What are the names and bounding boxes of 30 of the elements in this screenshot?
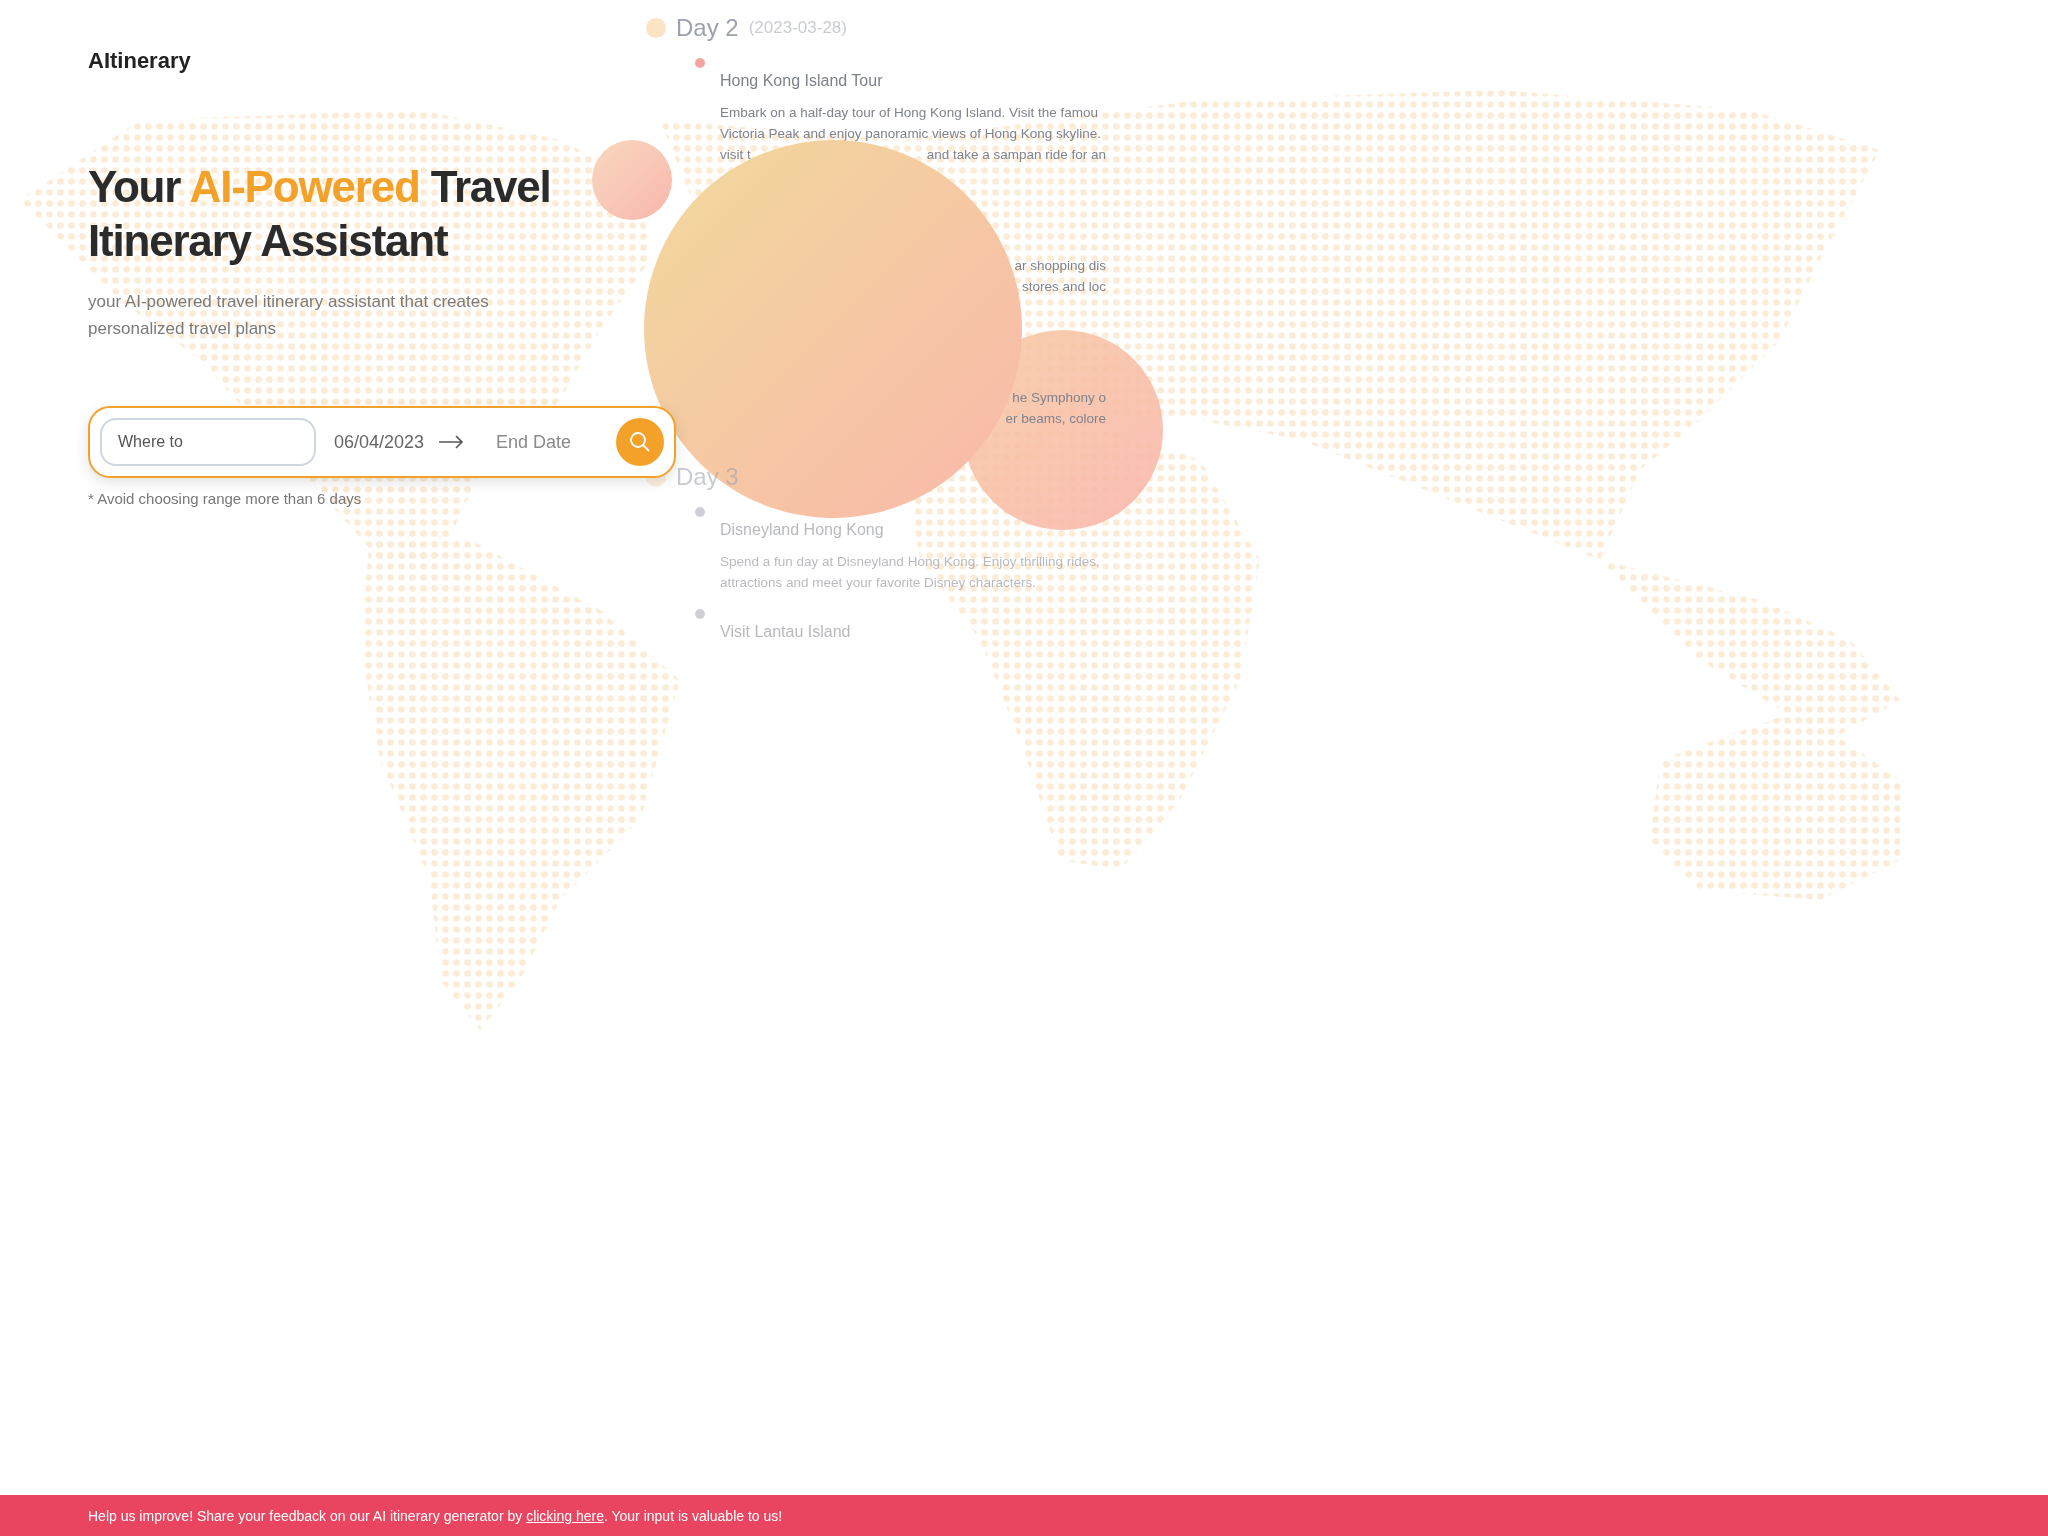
timeline-dot [695, 58, 705, 68]
logo[interactable]: AItinerary [88, 48, 191, 74]
destination-field[interactable]: Where to [100, 418, 316, 466]
activity-title: Visit Lantau Island [720, 623, 1106, 641]
timeline-dot [695, 609, 705, 619]
hint-text: * Avoid choosing range more than 6 days [88, 490, 362, 507]
headline: Your AI-Powered Travel Itinerary Assistant [88, 161, 552, 267]
activity-description: er beams, colore [1005, 410, 1106, 428]
activity-description: Victoria Peak and enjoy panoramic views of Hong Kong skyline. [720, 125, 1101, 143]
feedback-message: Help us improve! Share your feedback on our AI itinerary generator by clicking here. Your input is valuable to us! [88, 1507, 783, 1524]
activity-title: Hong Kong Island Tour [720, 72, 1106, 90]
day-heading: Day 2 [676, 14, 739, 42]
activity-description: and take a sampan ride for an [926, 146, 1106, 164]
activity-description: ar shopping dis [1014, 257, 1106, 275]
timeline-dot [646, 18, 666, 38]
search-icon [629, 431, 651, 453]
arrow-right-icon [438, 435, 464, 449]
activity-description: Embark on a half-day tour of Hong Kong Island. Visit the famou [720, 104, 1098, 122]
activity-description: Spend a fun day at Disneyland Hong Kong. Enjoy thrilling rides, [720, 553, 1100, 571]
feedback-link[interactable]: clicking here [526, 1507, 604, 1524]
activity-description: attractions and meet your favorite Disney characters. [720, 574, 1036, 592]
end-date-field[interactable]: End Date [494, 430, 598, 454]
activity-description: stores and loc [1021, 278, 1106, 296]
start-date-field[interactable]: 06/04/2023 [332, 430, 436, 454]
timeline-dot [695, 507, 705, 517]
activity-description: visit t [720, 146, 751, 164]
activity-description: he Symphony o [1012, 389, 1106, 407]
search-button[interactable] [616, 418, 664, 466]
activity-title: Disneyland Hong Kong [720, 521, 1106, 539]
subtitle: your AI-powered travel itinerary assistant that creates personalized travel plans [88, 291, 490, 340]
